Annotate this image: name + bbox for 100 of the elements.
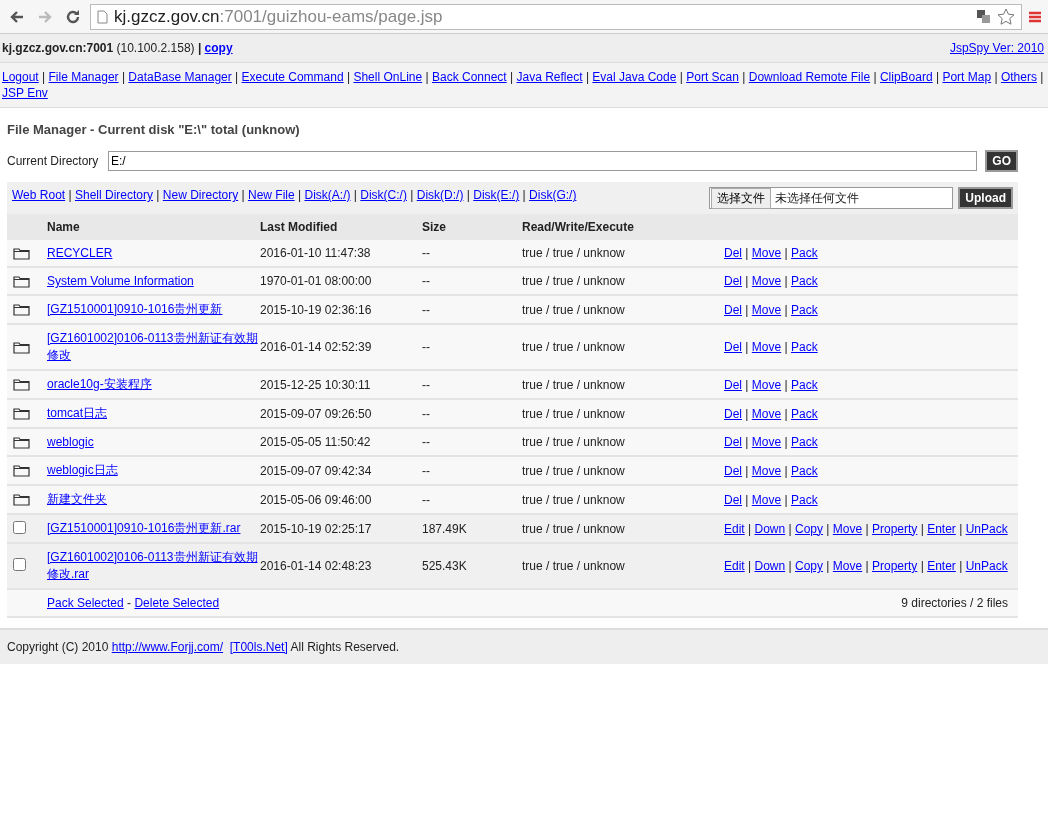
nav-link[interactable]: Execute Command bbox=[241, 70, 344, 84]
action-link[interactable]: Del bbox=[724, 377, 742, 392]
action-link[interactable]: Edit bbox=[724, 559, 745, 573]
action-link[interactable]: Move bbox=[832, 559, 863, 573]
file-name-link[interactable]: oracle10g-安装程序 bbox=[47, 376, 152, 393]
action-link[interactable]: Del bbox=[724, 340, 742, 354]
toolbar-link[interactable]: Shell Directory bbox=[74, 188, 153, 202]
toolbar-link[interactable]: Disk(C:/) bbox=[360, 188, 407, 202]
address-bar[interactable]: kj.gzcz.gov.cn:7001/guizhou-eams/page.jsp bbox=[90, 3, 1022, 30]
action-link[interactable]: Pack bbox=[791, 492, 818, 507]
action-link[interactable]: Enter bbox=[927, 559, 956, 573]
file-name-link[interactable]: [GZ1601002]0106-0113贵州新证有效期修改.rar bbox=[47, 549, 260, 583]
toolbar-link[interactable]: Disk(D:/) bbox=[416, 188, 464, 202]
action-link[interactable]: Move bbox=[751, 246, 782, 260]
nav-link[interactable]: File Manager bbox=[48, 70, 119, 84]
action-link[interactable]: Pack bbox=[791, 463, 818, 478]
site-link[interactable]: http://www.Forjj.com/ bbox=[111, 640, 224, 654]
toolbar-link[interactable]: Disk(G:/) bbox=[529, 188, 577, 202]
team-link[interactable]: [T00ls.Net] bbox=[229, 640, 288, 654]
copy-link[interactable]: copy bbox=[204, 41, 233, 55]
modified-cell: 2015-05-06 09:46:00 bbox=[260, 485, 422, 514]
row-checkbox[interactable] bbox=[13, 558, 26, 571]
file-name-link[interactable]: [GZ1510001]0910-1016贵州更新.rar bbox=[47, 520, 241, 537]
file-input[interactable]: 选择文件 未选择任何文件 bbox=[709, 187, 954, 209]
nav-link[interactable]: Port Map bbox=[942, 70, 992, 84]
action-link[interactable]: Down bbox=[754, 559, 786, 573]
nav-link[interactable]: Eval Java Code bbox=[592, 70, 677, 84]
folder-icon bbox=[13, 407, 30, 420]
action-link[interactable]: Move bbox=[751, 302, 782, 317]
action-link[interactable]: UnPack bbox=[965, 521, 1008, 536]
toolbar-link[interactable]: Disk(A:/) bbox=[304, 188, 351, 202]
action-link[interactable]: Enter bbox=[927, 521, 956, 536]
action-link[interactable]: Pack bbox=[791, 274, 818, 288]
size-cell: -- bbox=[422, 428, 522, 456]
file-name-link[interactable]: weblogic日志 bbox=[47, 462, 118, 479]
row-checkbox[interactable] bbox=[13, 520, 26, 534]
file-name-link[interactable]: System Volume Information bbox=[47, 274, 194, 288]
nav-link[interactable]: Others bbox=[1000, 70, 1037, 84]
separator: | bbox=[744, 246, 750, 260]
action-link[interactable]: Down bbox=[754, 521, 786, 536]
star-icon[interactable] bbox=[997, 7, 1015, 26]
separator: | bbox=[744, 435, 750, 449]
action-link[interactable]: Pack bbox=[791, 302, 818, 317]
toolbar-link[interactable]: Web Root bbox=[12, 188, 66, 202]
action-link[interactable]: Del bbox=[724, 463, 742, 478]
action-link[interactable]: Del bbox=[724, 435, 742, 449]
nav-link[interactable]: ClipBoard bbox=[879, 70, 933, 84]
action-link[interactable]: Pack bbox=[791, 246, 818, 260]
file-name-link[interactable]: 新建文件夹 bbox=[47, 491, 107, 508]
action-link[interactable]: Copy bbox=[795, 521, 823, 536]
size-cell: -- bbox=[422, 240, 522, 267]
file-name-link[interactable]: [GZ1601002]0106-0113贵州新证有效期修改 bbox=[47, 330, 260, 364]
nav-link[interactable]: Java Reflect bbox=[516, 70, 583, 84]
action-link[interactable]: UnPack bbox=[965, 559, 1008, 573]
file-name-link[interactable]: tomcat日志 bbox=[47, 405, 107, 422]
action-link[interactable]: Move bbox=[751, 274, 782, 288]
menu-icon[interactable] bbox=[1028, 9, 1042, 24]
action-link[interactable]: Del bbox=[724, 274, 742, 288]
action-link[interactable]: Move bbox=[751, 492, 782, 507]
action-link[interactable]: Del bbox=[724, 302, 742, 317]
action-link[interactable]: Pack bbox=[791, 377, 818, 392]
file-name-link[interactable]: [GZ1510001]0910-1016贵州更新 bbox=[47, 301, 223, 318]
upload-button[interactable]: Upload bbox=[958, 187, 1013, 209]
action-link[interactable]: Copy bbox=[795, 559, 823, 573]
nav-link[interactable]: JSP Env bbox=[2, 86, 48, 100]
page-title: File Manager - Current disk "E:\" total (unknow) bbox=[7, 122, 301, 137]
toolbar-link[interactable]: New Directory bbox=[162, 188, 239, 202]
file-name-link[interactable]: RECYCLER bbox=[47, 246, 113, 260]
action-link[interactable]: Pack bbox=[791, 435, 818, 449]
action-link[interactable]: Move bbox=[832, 521, 863, 536]
nav-link[interactable]: Download Remote File bbox=[748, 70, 871, 84]
action-link[interactable]: Property bbox=[872, 521, 918, 536]
action-link[interactable]: Move bbox=[751, 406, 782, 421]
directory-field[interactable]: E:/ bbox=[108, 151, 978, 171]
action-link[interactable]: Move bbox=[751, 463, 782, 478]
nav-link[interactable]: Logout bbox=[2, 70, 39, 84]
action-link[interactable]: Del bbox=[724, 492, 742, 507]
bulk-action-link[interactable]: Delete Selected bbox=[134, 596, 220, 610]
action-link[interactable]: Del bbox=[724, 406, 742, 421]
action-link[interactable]: Move bbox=[751, 435, 782, 449]
file-name-link[interactable]: weblogic bbox=[47, 435, 94, 449]
action-link[interactable]: Move bbox=[751, 377, 782, 392]
choose-file-button[interactable]: 选择文件 bbox=[711, 187, 772, 209]
nav-link[interactable]: DataBase Manager bbox=[128, 70, 232, 84]
go-button[interactable]: GO bbox=[985, 150, 1018, 172]
separator: | bbox=[783, 377, 789, 392]
nav-link[interactable]: Shell OnLine bbox=[353, 70, 423, 84]
version-link[interactable]: JspSpy Ver: 2010 bbox=[949, 41, 1044, 55]
action-link[interactable]: Del bbox=[724, 246, 742, 260]
action-link[interactable]: Pack bbox=[791, 340, 818, 354]
nav-link[interactable]: Port Scan bbox=[686, 70, 739, 84]
toolbar-link[interactable]: Disk(E:/) bbox=[473, 188, 520, 202]
separator: | bbox=[787, 521, 793, 536]
action-link[interactable]: Edit bbox=[724, 521, 745, 536]
action-link[interactable]: Property bbox=[872, 559, 918, 573]
action-link[interactable]: Move bbox=[751, 340, 782, 354]
action-link[interactable]: Pack bbox=[791, 406, 818, 421]
bulk-action-link[interactable]: Pack Selected bbox=[47, 596, 124, 610]
toolbar-link[interactable]: New File bbox=[247, 188, 295, 202]
nav-link[interactable]: Back Connect bbox=[431, 70, 507, 84]
